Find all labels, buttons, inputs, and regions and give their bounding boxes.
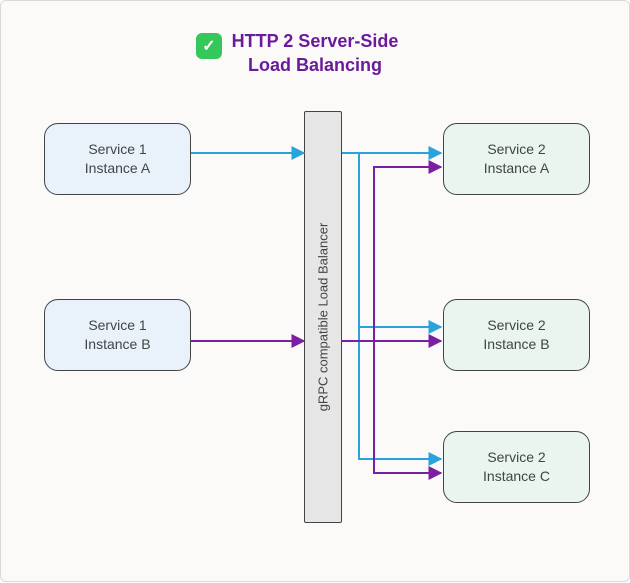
connections — [1, 1, 630, 583]
